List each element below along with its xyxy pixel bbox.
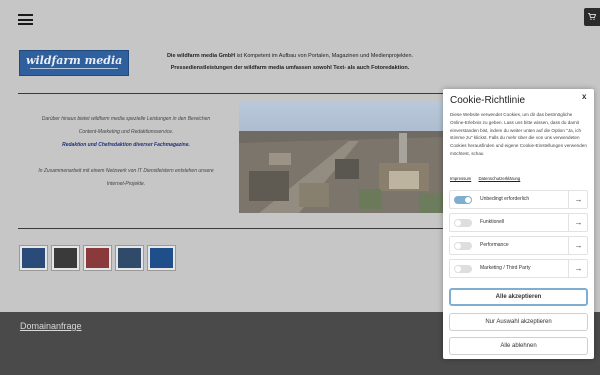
- arrow-right-icon[interactable]: →: [568, 260, 588, 277]
- cookie-dialog: Cookie-Richtlinie x Diese Website verwen…: [443, 89, 594, 359]
- thumbnail-2[interactable]: [51, 245, 80, 271]
- cookie-category-performance: Performance →: [449, 236, 588, 255]
- intro-line2: Pressedienstleistungen der wildfarm medi…: [170, 65, 410, 71]
- accept-selection-button[interactable]: Nur Auswahl akzeptieren: [449, 313, 588, 331]
- cookie-links: Impressum Datenschutzerklärung: [450, 176, 526, 181]
- impressum-link[interactable]: Impressum: [450, 176, 471, 181]
- logo-underline: [30, 68, 118, 69]
- category-label: Marketing / Third Party: [480, 265, 531, 271]
- hamburger-menu-icon[interactable]: [18, 14, 33, 25]
- toggle-functional[interactable]: [454, 219, 472, 227]
- accept-all-button[interactable]: Alle akzeptieren: [449, 288, 588, 306]
- close-icon[interactable]: x: [582, 92, 586, 101]
- intro-text: Die wildfarm media GmbH ist Kompetent im…: [140, 50, 440, 74]
- thumbnail-1[interactable]: [19, 245, 48, 271]
- thumbnail-4[interactable]: [115, 245, 144, 271]
- category-label: Performance: [480, 242, 509, 248]
- services-text: Darüber hinaus bietet wildfarm media spe…: [18, 113, 234, 204]
- cookie-category-functional: Funktionell →: [449, 213, 588, 232]
- arrow-right-icon[interactable]: →: [568, 214, 588, 231]
- network-line2: Internet-Projekte.: [106, 181, 146, 187]
- reject-all-button[interactable]: Alle ablehnen: [449, 337, 588, 355]
- cookie-title: Cookie-Richtlinie: [450, 95, 526, 106]
- services-highlight: Redaktion und Chefredaktion diverser Fac…: [62, 142, 190, 148]
- arrow-right-icon[interactable]: →: [568, 191, 588, 208]
- toggle-performance[interactable]: [454, 242, 472, 250]
- privacy-link[interactable]: Datenschutzerklärung: [478, 176, 520, 181]
- category-label: Funktionell: [480, 219, 505, 225]
- logo-text: wildfarm media: [26, 54, 123, 67]
- intro-company: Die wildfarm media GmbH: [166, 53, 236, 59]
- network-line1: In Zusammenarbeit mit einem Netzwerk von…: [38, 168, 214, 174]
- intro-line1: ist Kompetent im Aufbau von Portalen, Ma…: [235, 53, 414, 59]
- cookie-description: Diese Website verwendet Cookies, um dir …: [450, 112, 587, 156]
- services-line1: Darüber hinaus bietet wildfarm media spe…: [41, 116, 211, 122]
- wildfarm-logo[interactable]: wildfarm media: [19, 50, 129, 76]
- cart-button[interactable]: [584, 8, 600, 26]
- domainanfrage-link[interactable]: Domainanfrage: [20, 321, 82, 331]
- divider-bottom: [18, 228, 443, 229]
- cookie-category-marketing: Marketing / Third Party →: [449, 259, 588, 278]
- toggle-necessary[interactable]: [454, 196, 472, 204]
- cart-icon: [588, 13, 596, 20]
- cookie-category-necessary: Unbedingt erforderlich →: [449, 190, 588, 209]
- city-aerial-photo: [239, 101, 443, 213]
- arrow-right-icon[interactable]: →: [568, 237, 588, 254]
- category-label: Unbedingt erforderlich: [480, 196, 530, 202]
- thumbnail-5[interactable]: [147, 245, 176, 271]
- thumbnail-3[interactable]: [83, 245, 112, 271]
- divider-top: [18, 93, 443, 94]
- services-line2: Content-Marketing und Redaktionsservice.: [78, 129, 174, 135]
- toggle-marketing[interactable]: [454, 265, 472, 273]
